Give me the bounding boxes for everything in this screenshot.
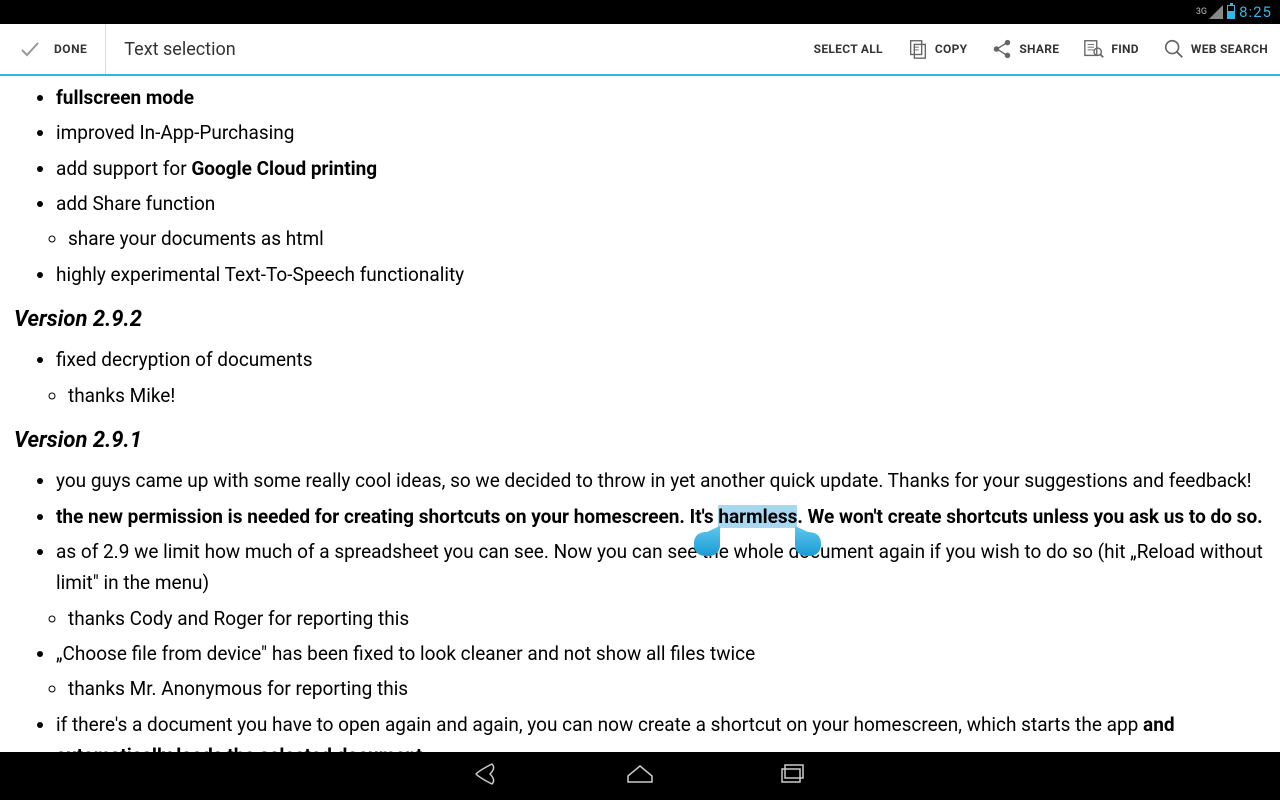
find-icon xyxy=(1083,38,1105,60)
selected-text: harmless xyxy=(718,505,797,528)
document-content[interactable]: fullscreen mode improved In-App-Purchasi… xyxy=(0,76,1280,752)
action-bar-title: Text selection xyxy=(106,39,801,60)
list-item: the new permission is needed for creatin… xyxy=(56,499,1272,534)
done-label: DONE xyxy=(54,42,87,56)
recents-button[interactable] xyxy=(776,760,808,792)
copy-button[interactable]: COPY xyxy=(895,24,980,74)
network-label: 3G xyxy=(1196,7,1207,17)
list-item: highly experimental Text-To-Speech funct… xyxy=(56,257,1272,292)
clock: 8:25 xyxy=(1239,3,1272,21)
signal-icon xyxy=(1209,5,1223,19)
list-item: add support for Google Cloud printing xyxy=(56,151,1272,186)
back-button[interactable] xyxy=(472,760,504,792)
share-button[interactable]: SHARE xyxy=(979,24,1071,74)
list-item: add Share function xyxy=(56,186,1272,221)
find-button[interactable]: FIND xyxy=(1071,24,1151,74)
list-item: thanks Cody and Roger for reporting this xyxy=(68,601,1272,636)
list-item: share your documents as html xyxy=(68,221,1272,256)
select-all-button[interactable]: SELECT ALL xyxy=(802,24,895,74)
list-item: improved In-App-Purchasing xyxy=(56,115,1272,150)
list-item: you guys came up with some really cool i… xyxy=(56,463,1272,498)
copy-icon xyxy=(907,38,929,60)
list-item: thanks Mike! xyxy=(68,378,1272,413)
list-item: if there's a document you have to open a… xyxy=(56,707,1272,752)
navigation-bar xyxy=(0,752,1280,800)
battery-icon xyxy=(1227,5,1235,19)
list-item: fixed decryption of documents xyxy=(56,342,1272,377)
share-icon xyxy=(991,38,1013,60)
home-button[interactable] xyxy=(624,760,656,792)
status-bar: 3G 8:25 xyxy=(0,0,1280,24)
search-icon xyxy=(1163,38,1185,60)
list-item: „Choose file from device" has been fixed… xyxy=(56,636,1272,671)
web-search-button[interactable]: WEB SEARCH xyxy=(1151,24,1280,74)
version-heading: Version 2.9.1 xyxy=(14,423,1272,459)
list-item: fullscreen mode xyxy=(56,80,1272,115)
list-item: thanks Mr. Anonymous for reporting this xyxy=(68,671,1272,706)
version-heading: Version 2.9.2 xyxy=(14,302,1272,338)
contextual-action-bar: DONE Text selection SELECT ALL COPY SHAR… xyxy=(0,24,1280,76)
list-item: as of 2.9 we limit how much of a spreads… xyxy=(56,534,1272,601)
check-icon xyxy=(18,37,42,61)
done-button[interactable]: DONE xyxy=(0,24,106,74)
